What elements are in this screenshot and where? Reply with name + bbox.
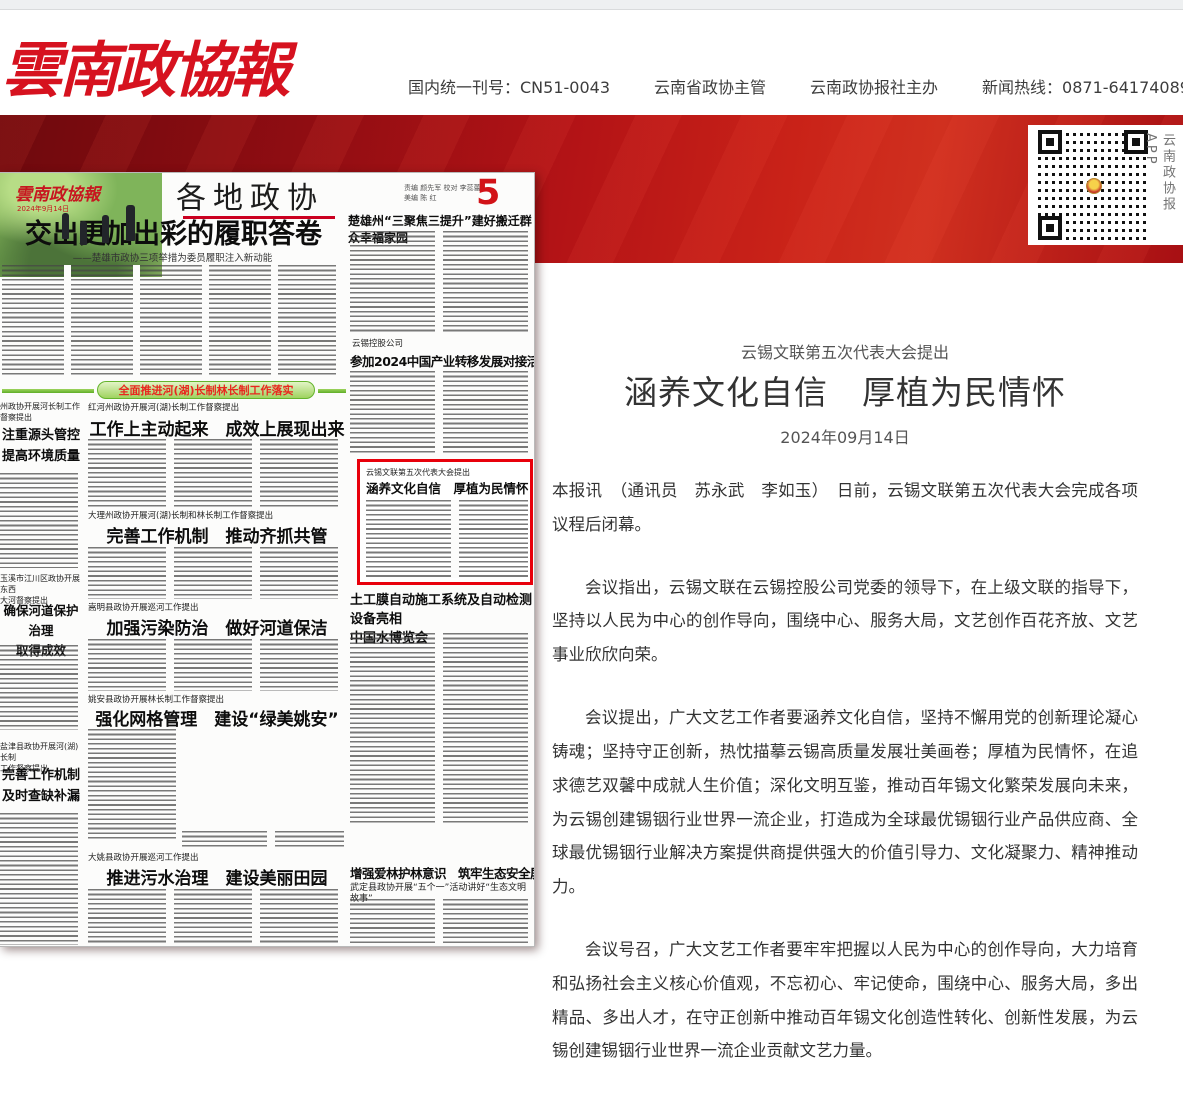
newsprint-text-block [350,371,533,455]
app-qr-card: 云南政协报APP [1028,125,1183,245]
article-headline: 推进污水治理 建设美丽田园 [88,864,346,889]
person-figure [80,221,87,245]
newsprint-text-block [2,265,336,377]
newsprint-text-block [88,547,346,599]
article-headline: 工作上主动起来 成效上展现出来 [88,415,346,440]
browser-top-strip [0,0,1183,10]
site-header: 雲南政協報 国内统一刊号：CN51-0043 云南省政协主管 云南政协报社主办 … [0,10,1183,115]
green-banner-line [318,389,346,393]
article-date: 2024年09月14日 [555,424,1135,448]
green-banner-line [2,389,94,393]
page-number: 5 [476,173,500,213]
newsprint-text-block [88,729,176,841]
newsprint-text-block [350,231,533,333]
section-title: 各地政协 [150,173,350,217]
emblem-icon [1086,178,1102,194]
newsprint-text-block [350,899,533,945]
article-body: 本报讯 （通讯员 苏永武 李如玉） 日前，云锡文联第五次代表大会完成各项议程后闭… [552,474,1138,1097]
article-headline: 增强爱林护林意识 筑牢生态安全屏障 [350,863,534,882]
newsprint-text-block [0,645,78,730]
article-paragraph: 本报讯 （通讯员 苏永武 李如玉） 日前，云锡文联第五次代表大会完成各项议程后闭… [552,474,1138,542]
newsprint-text-block [350,633,533,825]
organizer-label: 云南政协报社主办 [810,74,938,98]
article-paragraph: 会议指出，云锡文联在云锡控股公司党委的领导下，在上级文联的指导下，坚持以人民为中… [552,571,1138,672]
article-kicker: 嵩明县政协开展巡河工作提出 [88,603,346,614]
photo-caption-block [182,831,344,847]
article-headline: 完善工作机制 推动齐抓共管 [88,522,346,547]
lead-headline: 交出更加出彩的履职答卷 [25,212,320,251]
highlighted-article-box[interactable]: 云锡文联第五次代表大会提出 涵养文化自信 厚植为民情怀 [357,459,533,585]
newsprint-text-block [88,639,346,691]
qr-finder-icon [1038,130,1062,154]
article-headline: 完善工作机制 及时查缺补漏 [0,765,82,807]
lead-subtitle: ——楚雄市政协三项举措为委员履职注入新动能 [25,250,320,264]
newspaper-masthead: 雲南政協報 [15,180,100,205]
person-figure [102,215,109,243]
article-kicker: 红河州政协开展河(湖)长制工作督察提出 [88,403,338,414]
newsprint-text-block [366,500,528,578]
article-kicker: 云锡控股公司 [352,339,532,350]
qr-code-icon [1038,130,1148,240]
editor-credits: 责编 颜先军 校对 李蕊蕾 美编 陈 红 [404,183,481,203]
hotline-label: 新闻热线：0871-64174089 [982,74,1183,98]
newsprint-text-block [88,889,346,945]
article-paragraph: 会议提出，广大文艺工作者要涵养文化自信，坚持不懈用党的创新理论凝心铸魂；坚持守正… [552,701,1138,904]
site-info-bar: 国内统一刊号：CN51-0043 云南省政协主管 云南政协报社主办 新闻热线：0… [408,74,1183,98]
article-paragraph: 会议号召，广大文艺工作者要牢牢把握以人民为中心的创作导向，大力培育和弘扬社会主义… [552,933,1138,1068]
article-kicker: 大姚县政协开展巡河工作提出 [88,853,346,864]
campaign-banner: 全面推进河(湖)长制林长制工作落实 [97,381,315,399]
article-headline: 涵养文化自信 厚植为民情怀 [366,478,530,497]
article-headline: 强化网格管理 建设“绿美姚安” [88,705,346,730]
site-logo[interactable]: 雲南政協報 [2,22,422,109]
supervisor-label: 云南省政协主管 [654,74,766,98]
newsprint-text-block [88,439,346,507]
article-kicker: 大理州政协开展河(湖)长制和林长制工作督察提出 [88,511,346,522]
newsprint-text-block [0,813,78,945]
article-kicker: 云锡文联第五次代表大会提出 [366,467,526,478]
person-figure [126,205,135,241]
newspaper-page-image[interactable]: 雲南政協報 2024年9月14日 各地政协 责编 颜先军 校对 李蕊蕾 美编 陈… [0,172,535,947]
qr-finder-icon [1038,216,1062,240]
article-kicker: 云锡文联第五次代表大会提出 [555,339,1135,363]
article-headline: 加强污染防治 做好河道保洁 [88,614,346,639]
qr-caption: 云南政协报APP [1143,133,1177,245]
newsprint-text-block [0,473,78,568]
article-headline: 注重源头管控 提高环境质量 [0,425,82,467]
article-kicker: 州政协开展河长制工作 督察提出 [0,401,80,423]
person-figure [62,213,69,239]
issn-label: 国内统一刊号：CN51-0043 [408,74,610,98]
article-title: 涵养文化自信 厚植为民情怀 [540,366,1150,414]
article-headline: 参加2024中国产业转移发展对接活动(云南) [350,351,534,370]
